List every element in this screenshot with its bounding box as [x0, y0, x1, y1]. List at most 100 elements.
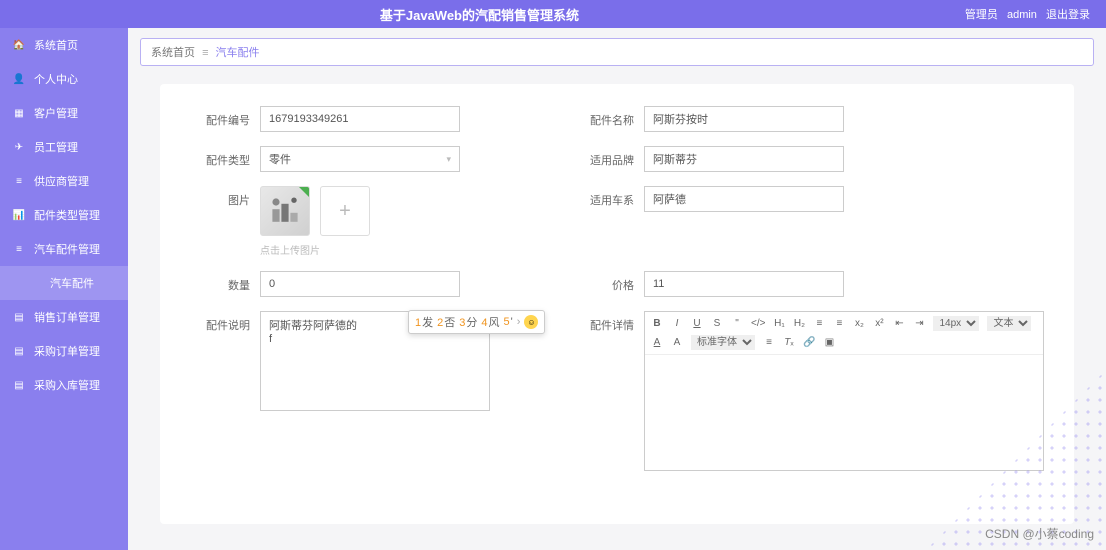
label-part-name: 配件名称 — [574, 106, 634, 128]
upload-add-button[interactable]: + — [320, 186, 370, 236]
sidebar-item-9[interactable]: ▤ 采购订单管理 — [0, 334, 128, 368]
upload-hint: 点击上传图片 — [260, 242, 514, 257]
image-icon[interactable]: ▣ — [823, 337, 835, 348]
label-desc: 配件说明 — [190, 311, 250, 333]
label-brand: 适用品牌 — [574, 146, 634, 168]
ime-candidate-bar[interactable]: 1发 2否 3分 4风 5' › ☺ — [408, 310, 545, 334]
sidebar-icon: 🏠 — [12, 40, 26, 51]
sidebar-item-3[interactable]: ✈ 员工管理 — [0, 130, 128, 164]
sidebar-icon: ✈ — [12, 142, 26, 153]
sidebar-item-8[interactable]: ▤ 销售订单管理 — [0, 300, 128, 334]
label-detail: 配件详情 — [574, 311, 634, 333]
label-series: 适用车系 — [574, 186, 634, 208]
sub-icon[interactable]: x₂ — [853, 318, 865, 329]
underline-icon[interactable]: U — [691, 318, 703, 329]
sidebar: 🏠 系统首页 👤 个人中心 ▦ 客户管理 ✈ 员工管理 ≡ 供应商管理 📊 配件类型管理 ≡ 汽车配件管理… — [0, 28, 128, 550]
sidebar-item-10[interactable]: ▤ 采购入库管理 — [0, 368, 128, 402]
form-panel: 配件编号 配件名称 配件类型 零件 ▾ 适用品牌 — [160, 84, 1074, 524]
clear-icon[interactable]: Tₓ — [783, 337, 795, 348]
sidebar-label: 汽车配件管理 — [34, 241, 100, 257]
indent-icon[interactable]: ⇤ — [893, 318, 905, 329]
content-area: 系统首页 ≡ 汽车配件 配件编号 配件名称 配件类型 零件 ▾ — [128, 28, 1106, 550]
outdent-icon[interactable]: ⇥ — [913, 318, 925, 329]
sidebar-label: 采购订单管理 — [34, 343, 100, 359]
breadcrumb-current: 汽车配件 — [216, 47, 260, 59]
sidebar-label: 供应商管理 — [34, 173, 89, 189]
ime-cand-1[interactable]: 1发 — [415, 314, 433, 330]
app-title: 基于JavaWeb的汽配销售管理系统 — [0, 5, 959, 24]
breadcrumb-home[interactable]: 系统首页 — [151, 47, 195, 59]
bold-icon[interactable]: B — [651, 318, 663, 329]
sidebar-item-4[interactable]: ≡ 供应商管理 — [0, 164, 128, 198]
bg-color-icon[interactable]: A — [671, 337, 683, 348]
code-icon[interactable]: </> — [751, 318, 765, 329]
strike-icon[interactable]: S — [711, 318, 723, 329]
sidebar-item-6[interactable]: ≡ 汽车配件管理 — [0, 232, 128, 266]
sidebar-item-5[interactable]: 📊 配件类型管理 — [0, 198, 128, 232]
ul-icon[interactable]: ≡ — [833, 318, 845, 329]
ol-icon[interactable]: ≡ — [813, 318, 825, 329]
parts-thumbnail-icon — [267, 193, 303, 229]
uploaded-image-thumb[interactable] — [260, 186, 310, 236]
breadcrumb-sep: ≡ — [202, 47, 208, 59]
user-role: 管理员 — [965, 9, 998, 21]
breadcrumb: 系统首页 ≡ 汽车配件 — [140, 38, 1094, 66]
align-icon[interactable]: ≡ — [763, 337, 775, 348]
sidebar-icon: ▤ — [12, 380, 26, 391]
font-color-icon[interactable]: A — [651, 337, 663, 348]
sidebar-label: 销售订单管理 — [34, 309, 100, 325]
font-size-select[interactable]: 14px — [933, 316, 979, 331]
ime-cand-5[interactable]: 5' — [504, 316, 513, 328]
sidebar-icon: ≡ — [12, 176, 26, 187]
sidebar-icon: ▤ — [12, 346, 26, 357]
italic-icon[interactable]: I — [671, 318, 683, 329]
input-price[interactable] — [644, 271, 844, 297]
input-series[interactable] — [644, 186, 844, 212]
h2-icon[interactable]: H₂ — [793, 318, 805, 329]
ime-cand-3[interactable]: 3分 — [459, 314, 477, 330]
label-price: 价格 — [574, 271, 634, 293]
sidebar-item-7[interactable]: 汽车配件 — [0, 266, 128, 300]
rich-editor[interactable]: B I U S " </> H₁ H₂ ≡ ≡ x₂ x² ⇤ — [644, 311, 1044, 471]
select-part-type-value: 零件 — [269, 151, 291, 167]
logout-link[interactable]: 退出登录 — [1046, 9, 1090, 21]
watermark: CSDN @小蔡coding — [985, 525, 1094, 542]
sidebar-icon: ≡ — [12, 244, 26, 255]
sidebar-label: 个人中心 — [34, 71, 78, 87]
sidebar-label: 员工管理 — [34, 139, 78, 155]
user-area: 管理员 admin 退出登录 — [959, 6, 1106, 22]
sidebar-label: 配件类型管理 — [34, 207, 100, 223]
label-part-no: 配件编号 — [190, 106, 250, 128]
sidebar-item-0[interactable]: 🏠 系统首页 — [0, 28, 128, 62]
sidebar-icon: ▦ — [12, 108, 26, 119]
user-name: admin — [1007, 9, 1037, 21]
top-bar: 基于JavaWeb的汽配销售管理系统 管理员 admin 退出登录 — [0, 0, 1106, 28]
ime-next-icon[interactable]: › — [517, 316, 521, 328]
input-part-name[interactable] — [644, 106, 844, 132]
sidebar-icon: ▤ — [12, 312, 26, 323]
sidebar-icon: 👤 — [12, 74, 26, 85]
ime-emoji-icon[interactable]: ☺ — [524, 315, 538, 329]
sidebar-label: 采购入库管理 — [34, 377, 100, 393]
font-family-select[interactable]: 标准字体 — [691, 335, 755, 350]
label-image: 图片 — [190, 186, 250, 208]
input-brand[interactable] — [644, 146, 844, 172]
input-part-no[interactable] — [260, 106, 460, 132]
sidebar-icon: 📊 — [12, 210, 26, 221]
ime-cand-4[interactable]: 4风 — [481, 314, 499, 330]
sidebar-item-2[interactable]: ▦ 客户管理 — [0, 96, 128, 130]
sidebar-label: 系统首页 — [34, 37, 78, 53]
editor-toolbar: B I U S " </> H₁ H₂ ≡ ≡ x₂ x² ⇤ — [645, 312, 1043, 355]
quote-icon[interactable]: " — [731, 318, 743, 329]
h1-icon[interactable]: H₁ — [773, 318, 785, 329]
text-style-select[interactable]: 文本 — [987, 316, 1031, 331]
link-icon[interactable]: 🔗 — [803, 337, 815, 348]
sup-icon[interactable]: x² — [873, 318, 885, 329]
sidebar-label: 汽车配件 — [50, 275, 94, 291]
label-qty: 数量 — [190, 271, 250, 293]
ime-cand-2[interactable]: 2否 — [437, 314, 455, 330]
select-part-type[interactable]: 零件 ▾ — [260, 146, 460, 172]
sidebar-label: 客户管理 — [34, 105, 78, 121]
input-qty[interactable] — [260, 271, 460, 297]
sidebar-item-1[interactable]: 👤 个人中心 — [0, 62, 128, 96]
